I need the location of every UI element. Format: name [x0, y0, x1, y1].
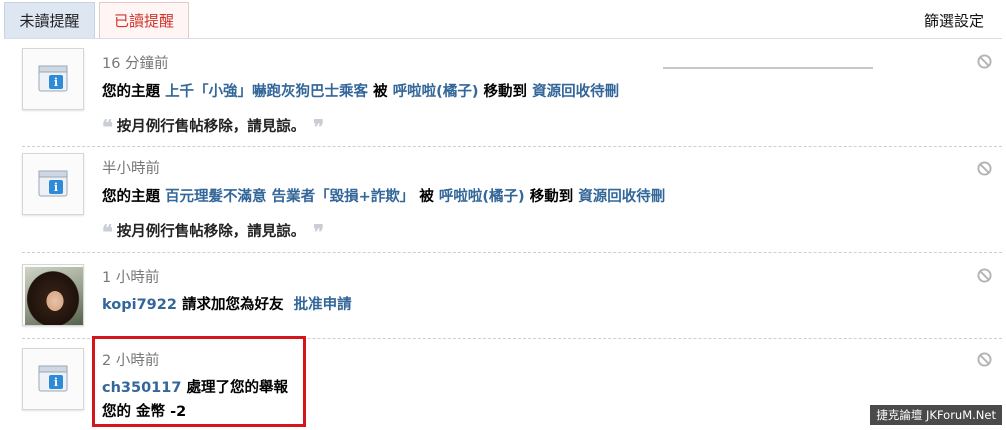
quote-text: 按月例行售帖移除，請見諒。 [116, 224, 306, 240]
topic-link[interactable]: 百元理髮不滿意 告業者「毀損+詐欺」 [165, 189, 414, 205]
topic-link[interactable]: 上千「小強」嚇跑灰狗巴士乘客 [165, 84, 368, 100]
tab-unread[interactable]: 未讀提醒 [4, 2, 95, 38]
quote-close-icon: ❞ [313, 115, 325, 139]
text-action: 移動到 [483, 84, 528, 100]
filter-settings-link[interactable]: 篩選設定 [924, 10, 984, 31]
delete-icon[interactable] [977, 268, 992, 283]
user-link[interactable]: kopi7922 [102, 297, 177, 313]
notification-text: kopi7922 請求加您為好友 批准申請 [102, 293, 352, 314]
svg-text:i: i [54, 376, 58, 389]
approve-request-link[interactable]: 批准申請 [294, 297, 352, 313]
forum-link[interactable]: 資源回收待刪 [532, 84, 619, 100]
delete-icon[interactable] [977, 161, 992, 176]
user-link[interactable]: 呼啦啦(橘子) [393, 84, 479, 100]
system-notice-icon: i [22, 348, 84, 410]
delete-icon[interactable] [977, 54, 992, 69]
notification-text: 您的主題 百元理髮不滿意 告業者「毀損+詐欺」 被 呼啦啦(橘子) 移動到 資源… [102, 185, 665, 206]
user-avatar-photo [25, 267, 83, 325]
svg-text:i: i [54, 181, 58, 194]
highlight-box [92, 336, 306, 427]
delete-icon[interactable] [977, 352, 992, 367]
tabs-divider [4, 38, 1002, 39]
quote-open-icon: ❝ [102, 220, 113, 244]
user-link[interactable]: 呼啦啦(橘子) [439, 189, 525, 205]
system-notice-icon: i [22, 153, 84, 215]
text-by: 被 [419, 189, 434, 205]
notification-time: 16 分鐘前 [102, 56, 169, 72]
notification-quote: ❝ 按月例行售帖移除，請見諒。 ❞ [102, 112, 325, 139]
tab-read[interactable]: 已讀提醒 [99, 2, 189, 38]
quote-close-icon: ❞ [313, 220, 325, 244]
text-prefix: 您的主題 [102, 84, 160, 100]
text-action: 移動到 [529, 189, 574, 205]
notification-item: i 16 分鐘前 您的主題 上千「小強」嚇跑灰狗巴士乘客 被 呼啦啦(橘子) 移… [22, 48, 1002, 144]
watermark: 捷克論壇 JKForuM.Net [870, 405, 1002, 425]
notification-quote: ❝ 按月例行售帖移除，請見諒。 ❞ [102, 217, 325, 244]
item-divider [22, 252, 1002, 253]
forum-link[interactable]: 資源回收待刪 [578, 189, 665, 205]
notification-text: 您的主題 上千「小強」嚇跑灰狗巴士乘客 被 呼啦啦(橘子) 移動到 資源回收待刪 [102, 80, 619, 101]
text-by: 被 [373, 84, 388, 100]
notification-item: 1 小時前 kopi7922 請求加您為好友 批准申請 [22, 264, 1002, 334]
quote-text: 按月例行售帖移除，請見諒。 [116, 119, 306, 135]
user-avatar[interactable] [22, 264, 84, 326]
quote-open-icon: ❝ [102, 115, 113, 139]
notification-time: 半小時前 [102, 161, 160, 177]
system-notice-icon: i [22, 48, 84, 110]
item-divider [22, 146, 1002, 147]
request-text: 請求加您為好友 [181, 297, 284, 313]
notification-time: 1 小時前 [102, 270, 160, 286]
loading-bar [663, 67, 873, 69]
notification-item: i 半小時前 您的主題 百元理髮不滿意 告業者「毀損+詐欺」 被 呼啦啦(橘子)… [22, 153, 1002, 249]
text-prefix: 您的主題 [102, 189, 160, 205]
svg-text:i: i [54, 76, 58, 89]
